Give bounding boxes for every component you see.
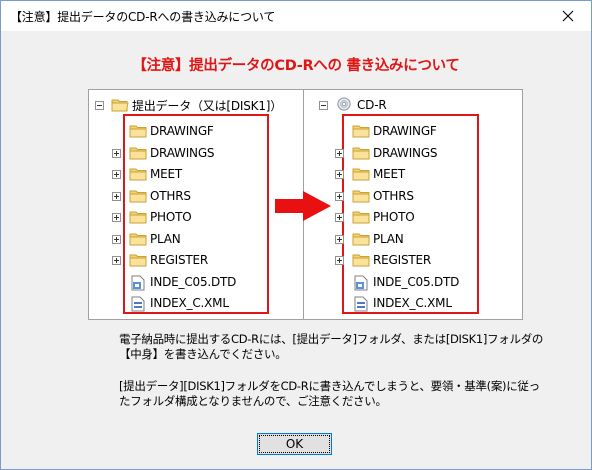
expand-icon[interactable] [335, 256, 344, 265]
tree-item-label[interactable]: INDE_C05.DTD [150, 271, 236, 293]
xml-file-icon [131, 296, 145, 312]
collapse-icon[interactable] [95, 101, 104, 110]
close-icon [562, 10, 574, 22]
expand-icon[interactable] [112, 170, 121, 179]
expand-icon[interactable] [335, 170, 344, 179]
folder-icon [129, 233, 147, 246]
folder-icon [352, 190, 370, 203]
tree-item-label[interactable]: DRAWINGS [373, 142, 438, 164]
close-button[interactable] [545, 1, 591, 31]
tree-item-label[interactable]: REGISTER [150, 249, 208, 271]
folder-icon [352, 168, 370, 181]
expand-icon[interactable] [112, 235, 121, 244]
message-para2-line1: [提出データ][DISK1]フォルダをCD-Rに書き込んでしまうと、要領・基準(… [119, 379, 540, 393]
tree-item-label[interactable]: OTHRS [373, 185, 414, 207]
window-title: 【注意】提出データのCD-Rへの書き込みについて [10, 10, 276, 24]
folder-icon [129, 190, 147, 203]
dtd-file-icon [354, 275, 368, 291]
expand-icon[interactable] [335, 213, 344, 222]
tree-item-label[interactable]: DRAWINGF [373, 120, 437, 142]
warning-heading: 【注意】提出データのCD-Rへの 書き込みについて [132, 58, 460, 74]
tree-item-label[interactable]: DRAWINGS [150, 142, 215, 164]
tree-item-label[interactable]: OTHRS [150, 185, 191, 207]
message-para1-line2: 【中身】を書き込んでください。 [119, 347, 287, 361]
folder-icon [352, 211, 370, 224]
expand-icon[interactable] [335, 235, 344, 244]
tree-item-label[interactable]: PLAN [373, 228, 404, 250]
expand-icon[interactable] [112, 192, 121, 201]
arrow-right-icon [275, 191, 331, 221]
folder-icon [352, 147, 370, 160]
expand-icon[interactable] [335, 149, 344, 158]
tree-item-label[interactable]: PLAN [150, 228, 181, 250]
tree-item-label[interactable]: MEET [150, 163, 182, 185]
left-tree-root-label[interactable]: 提出データ（又は[DISK1]） [132, 94, 282, 116]
expand-icon[interactable] [112, 213, 121, 222]
tree-item-label[interactable]: PHOTO [373, 206, 415, 228]
folder-icon [129, 211, 147, 224]
tree-item-label[interactable]: DRAWINGF [150, 120, 214, 142]
tree-item-label[interactable]: INDEX_C.XML [150, 292, 229, 314]
folder-open-icon [111, 99, 129, 112]
folder-icon [352, 254, 370, 267]
folder-icon [129, 125, 147, 138]
folder-icon [129, 254, 147, 267]
ok-button-label: OK [285, 437, 304, 451]
tree-item-label[interactable]: PHOTO [150, 206, 192, 228]
folder-tree-panel: 提出データ（又は[DISK1]） DRAWINGF DRAWINGS MEET OTH… [88, 89, 523, 320]
right-tree-root-label[interactable]: CD-R [357, 94, 387, 116]
tree-item-label[interactable]: INDE_C05.DTD [373, 271, 459, 293]
folder-icon [129, 168, 147, 181]
title-bar[interactable]: 【注意】提出データのCD-Rへの書き込みについて [1, 1, 591, 31]
folder-icon [129, 147, 147, 160]
expand-icon[interactable] [112, 149, 121, 158]
expand-icon[interactable] [335, 192, 344, 201]
cd-drive-icon [337, 97, 351, 111]
collapse-icon[interactable] [319, 101, 328, 110]
dtd-file-icon [131, 275, 145, 291]
folder-icon [352, 233, 370, 246]
xml-file-icon [354, 296, 368, 312]
tree-item-label[interactable]: REGISTER [373, 249, 431, 271]
tree-item-label[interactable]: INDEX_C.XML [373, 292, 452, 314]
folder-icon [352, 125, 370, 138]
message-para2-line2: たフォルダ構成となりませんので、ご注意ください。 [119, 394, 387, 408]
dialog-window: 【注意】提出データのCD-Rへの書き込みについて 【注意】提出データのCD-Rへ… [0, 0, 592, 470]
ok-button[interactable]: OK [257, 433, 332, 455]
tree-item-label[interactable]: MEET [373, 163, 405, 185]
message-para1-line1: 電子納品時に提出するCD-Rには、[提出データ]フォルダ、または[DISK1]フ… [119, 332, 544, 346]
expand-icon[interactable] [112, 256, 121, 265]
